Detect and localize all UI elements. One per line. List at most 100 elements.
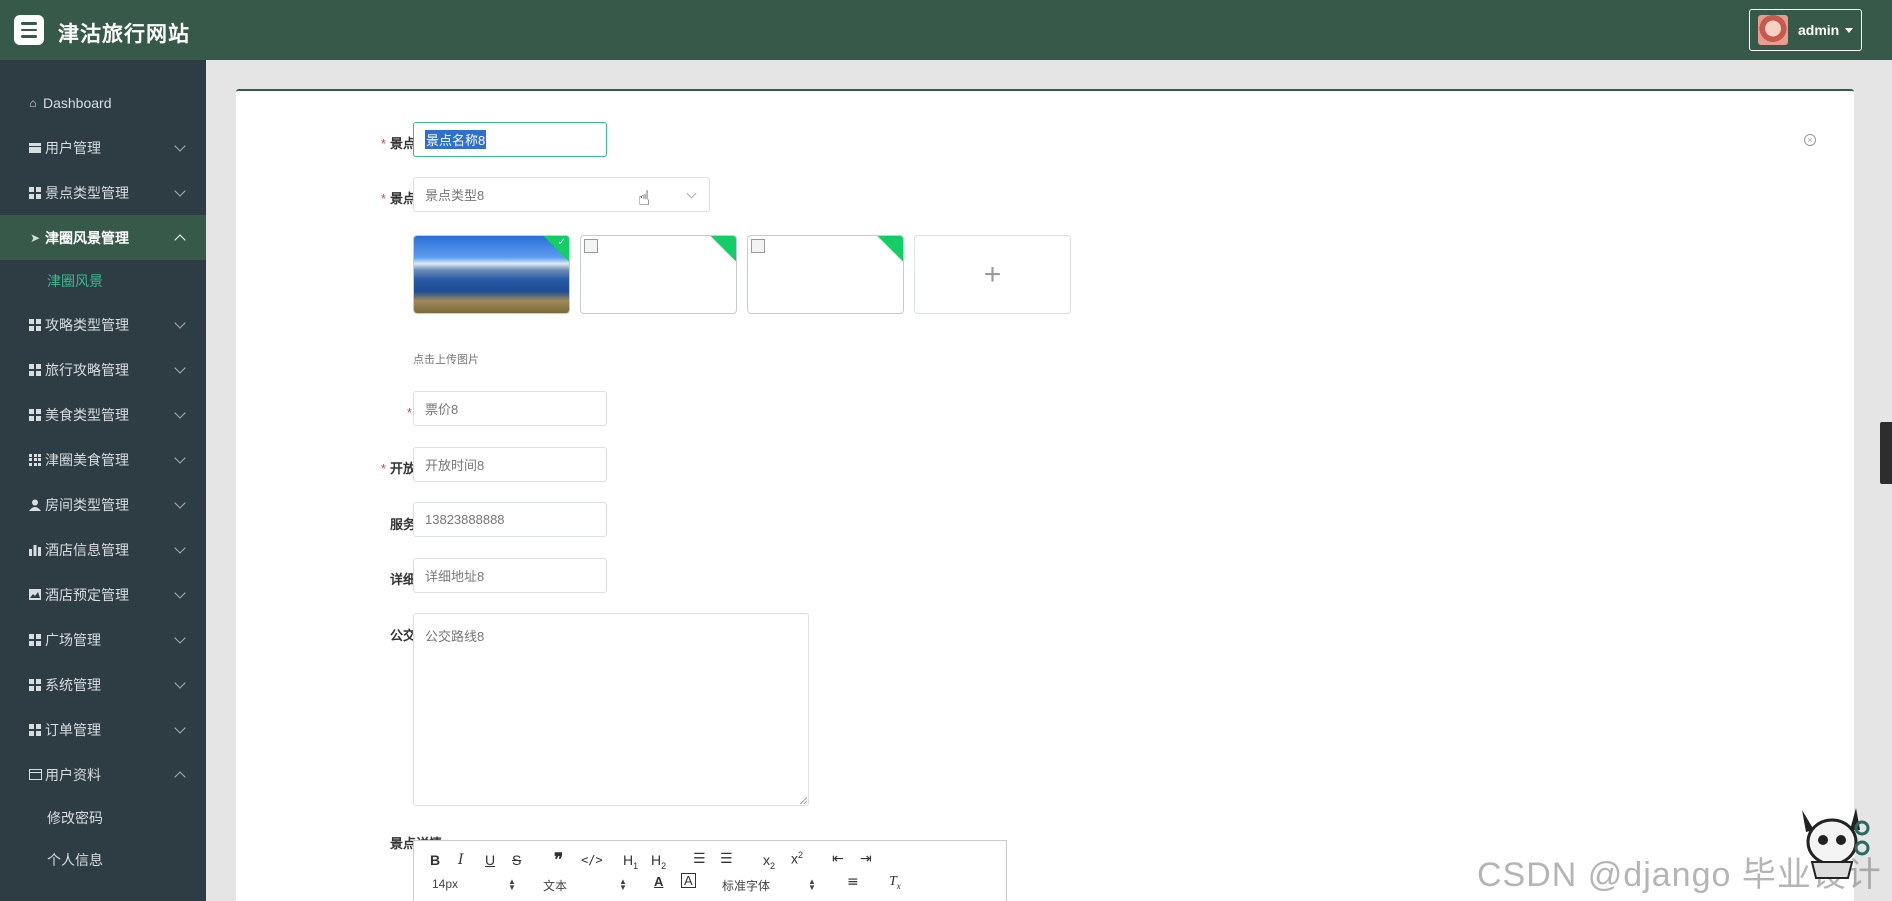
chevron-up-icon xyxy=(174,771,186,783)
font-family-select[interactable]: 标准字体 ▲ ▼ xyxy=(722,877,816,894)
open-time-input[interactable]: 开放时间8 xyxy=(413,447,607,482)
bold-icon[interactable]: B xyxy=(430,852,440,868)
chevron-down-icon xyxy=(686,188,697,199)
type-select[interactable]: 景点类型8 xyxy=(413,177,710,212)
success-corner xyxy=(877,236,903,262)
h2-icon[interactable]: H2 xyxy=(651,852,666,871)
chevron-down-icon xyxy=(174,317,186,329)
header-select[interactable]: 文本 ▲ ▼ xyxy=(543,877,627,894)
ordered-list-icon[interactable]: ☰ xyxy=(693,851,706,867)
upload-button[interactable]: + xyxy=(914,235,1071,314)
sidebar-item-label: 津圈美食管理 xyxy=(45,451,129,468)
uploaded-image-1[interactable]: ✓ xyxy=(413,235,570,314)
header-value: 文本 xyxy=(543,879,568,893)
name-input[interactable]: 景点名称8 xyxy=(413,122,607,157)
sidebar-item-hotels[interactable]: 酒店信息管理 xyxy=(0,527,206,572)
broken-image-icon xyxy=(584,239,598,253)
chevron-down-icon xyxy=(174,362,186,374)
avatar xyxy=(1758,15,1788,45)
sidebar-item-profile[interactable]: 用户资料 xyxy=(0,752,206,797)
form-card: × *景点名称 景点名称8 *景点类型 景点类型8 ☝ 图片 ✓ + 点击上传图… xyxy=(236,89,1854,901)
success-corner xyxy=(710,236,736,262)
chevron-down-icon xyxy=(174,632,186,644)
sidebar-item-scenery[interactable]: ➤ 津圈风景管理 xyxy=(0,215,206,260)
bullet-list-icon[interactable]: ☰ xyxy=(720,851,733,867)
subscript-icon[interactable]: x2 xyxy=(763,852,775,871)
upload-tip: 点击上传图片 xyxy=(413,354,479,366)
check-icon: ✓ xyxy=(557,237,566,248)
rich-text-editor[interactable]: B I U S ❞ </> H1 H2 ☰ ☰ x2 x2 ⇤ ⇥ 14px ▲… xyxy=(413,840,1007,901)
grid-icon xyxy=(28,186,42,200)
grid-icon xyxy=(28,678,42,692)
top-bar: 津沽旅行网站 admin xyxy=(0,0,1892,60)
strike-icon[interactable]: S xyxy=(512,852,521,868)
sidebar-item-guides[interactable]: 旅行攻略管理 xyxy=(0,347,206,392)
price-input[interactable]: 票价8 xyxy=(413,391,607,426)
font-size-select[interactable]: 14px ▲ ▼ xyxy=(432,877,516,892)
landscape-image xyxy=(414,236,569,313)
font-family-value: 标准字体 xyxy=(722,879,771,893)
underline-icon[interactable]: U xyxy=(485,852,495,868)
sidebar-item-food[interactable]: 津圈美食管理 xyxy=(0,437,206,482)
plus-icon: + xyxy=(983,257,1002,291)
sidebar-item-guide-types[interactable]: 攻略类型管理 xyxy=(0,302,206,347)
image-icon xyxy=(28,588,42,602)
sidebar-subitem-scenery[interactable]: 津圈风景 xyxy=(0,260,206,302)
chevron-down-icon xyxy=(174,722,186,734)
sidebar-item-dashboard[interactable]: ⌂ Dashboard xyxy=(0,80,206,125)
sidebar-item-square[interactable]: 广场管理 xyxy=(0,617,206,662)
sidebar-item-system[interactable]: 系统管理 xyxy=(0,662,206,707)
superscript-icon[interactable]: x2 xyxy=(791,850,803,867)
caret-down-icon xyxy=(1845,27,1854,33)
menu-toggle-button[interactable] xyxy=(14,15,44,45)
user-icon xyxy=(28,498,42,512)
sidebar-subitem-change-password[interactable]: 修改密码 xyxy=(0,797,206,839)
chevron-down-icon xyxy=(174,497,186,509)
sidebar-item-label: 景点类型管理 xyxy=(45,184,129,201)
uploaded-image-3[interactable] xyxy=(747,235,904,314)
sidebar-item-label: 酒店信息管理 xyxy=(45,541,129,558)
clear-format-icon[interactable]: Tx xyxy=(889,874,901,891)
blockquote-icon[interactable]: ❞ xyxy=(554,850,563,870)
sidebar-subitem-profile-info[interactable]: 个人信息 xyxy=(0,839,206,881)
indent-icon[interactable]: ⇥ xyxy=(860,851,872,867)
chevron-down-icon xyxy=(174,140,186,152)
sidebar-item-label: 系统管理 xyxy=(45,676,101,693)
close-icon[interactable]: × xyxy=(1804,134,1816,146)
sidebar-item-label: 酒店预定管理 xyxy=(45,586,129,603)
sidebar-item-room-types[interactable]: 房间类型管理 xyxy=(0,482,206,527)
sidebar-item-scenic-types[interactable]: 景点类型管理 xyxy=(0,170,206,215)
address-input[interactable]: 详细地址8 xyxy=(413,558,607,593)
phone-input[interactable]: 13823888888 xyxy=(413,502,607,537)
broken-image-icon xyxy=(751,239,765,253)
uploaded-image-2[interactable] xyxy=(580,235,737,314)
bar-chart-icon xyxy=(28,543,42,557)
chevron-down-icon xyxy=(174,677,186,689)
sidebar-item-label: 旅行攻略管理 xyxy=(45,361,129,378)
hand-cursor-icon: ☝ xyxy=(638,188,651,210)
user-dropdown[interactable]: admin xyxy=(1749,9,1862,51)
italic-icon[interactable]: I xyxy=(458,852,464,868)
type-select-value: 景点类型8 xyxy=(425,188,485,203)
sidebar-item-food-types[interactable]: 美食类型管理 xyxy=(0,392,206,437)
chevron-down-icon xyxy=(174,542,186,554)
sidebar-item-label: 用户管理 xyxy=(45,139,101,156)
code-icon[interactable]: </> xyxy=(581,853,603,867)
outdent-icon[interactable]: ⇤ xyxy=(832,851,844,867)
background-color-icon[interactable]: A xyxy=(681,873,696,888)
sidebar-item-label: 订单管理 xyxy=(45,721,101,738)
sidebar-item-bookings[interactable]: 酒店预定管理 xyxy=(0,572,206,617)
chevron-down-icon xyxy=(174,452,186,464)
align-icon[interactable]: ≡ xyxy=(847,874,859,890)
font-color-icon[interactable]: A xyxy=(654,874,663,889)
sidebar-item-orders[interactable]: 订单管理 xyxy=(0,707,206,752)
bus-route-textarea[interactable]: 公交路线8 xyxy=(413,613,809,806)
grid-icon xyxy=(28,363,42,377)
sidebar-item-label: 津圈风景管理 xyxy=(45,229,129,246)
h1-icon[interactable]: H1 xyxy=(623,852,638,871)
scrollbar-thumb[interactable] xyxy=(1880,422,1892,484)
sidebar-item-users[interactable]: 用户管理 xyxy=(0,125,206,170)
mascot-icon xyxy=(1802,808,1870,879)
sidebar: ⌂ Dashboard 用户管理 景点类型管理 ➤ 津圈风景管理 津圈风景 攻略… xyxy=(0,60,206,901)
resize-handle-icon[interactable] xyxy=(799,796,807,804)
